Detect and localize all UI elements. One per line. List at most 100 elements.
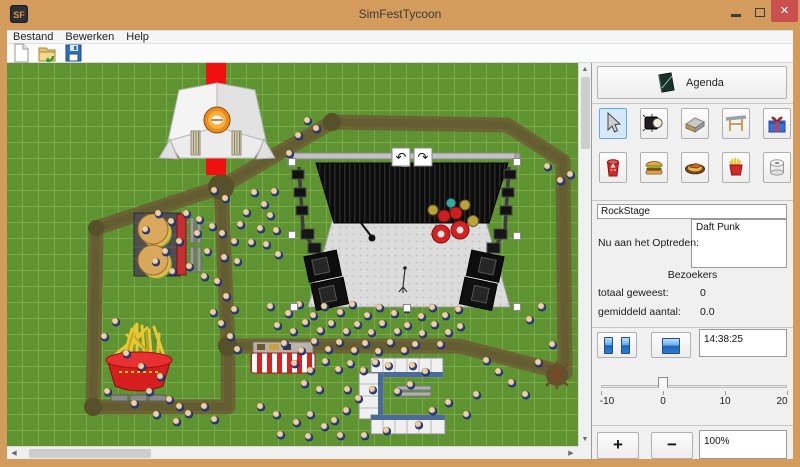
visitor[interactable] [544,163,552,171]
visitor[interactable] [231,238,239,246]
visitor[interactable] [307,411,315,419]
selection-handle[interactable] [514,233,521,240]
visitor[interactable] [166,396,174,404]
visitor[interactable] [155,210,163,218]
visitor[interactable] [372,359,380,367]
visitor[interactable] [237,221,245,229]
tool-snack-plate-icon[interactable] [681,152,709,183]
visitor[interactable] [375,348,383,356]
visitor[interactable] [176,403,184,411]
visitor[interactable] [185,410,193,418]
selection-handle[interactable] [291,304,298,311]
visitor[interactable] [210,309,218,317]
visitor[interactable] [251,189,259,197]
visitor[interactable] [407,381,415,389]
visitor[interactable] [343,328,351,336]
agenda-button[interactable]: Agenda [597,66,787,99]
visitor[interactable] [355,395,363,403]
visitor[interactable] [549,341,557,349]
visitor[interactable] [344,386,352,394]
visitor[interactable] [291,360,299,368]
pause-button[interactable] [597,332,637,358]
visitor[interactable] [157,373,165,381]
visitor[interactable] [418,313,426,321]
stage-name-input[interactable] [597,204,787,219]
tool-gift-icon[interactable] [763,108,791,139]
visitor[interactable] [349,301,357,309]
visitor[interactable] [394,328,402,336]
visitor[interactable] [146,388,154,396]
selection-handle[interactable] [514,159,521,166]
visitor[interactable] [343,407,351,415]
visitor[interactable] [290,328,298,336]
visitor[interactable] [298,347,306,355]
visitor[interactable] [391,310,399,318]
visitor[interactable] [337,432,345,440]
tool-cursor-icon[interactable] [599,108,627,139]
visitor[interactable] [231,306,239,314]
visitor[interactable] [317,327,325,335]
visitor[interactable] [328,320,336,328]
visitor[interactable] [112,318,120,326]
visitor[interactable] [567,171,575,179]
visitor[interactable] [222,195,230,203]
vertical-scrollbar[interactable]: ▲ ▼ [578,63,591,446]
rotate-cw-icon[interactable]: ↷ [414,148,432,166]
visitor[interactable] [293,419,301,427]
visitor[interactable] [211,187,219,195]
visitor[interactable] [243,209,251,217]
visitor[interactable] [248,239,256,247]
visitor[interactable] [325,346,333,354]
visitor[interactable] [401,347,409,355]
visitor[interactable] [302,319,310,327]
open-file-icon[interactable] [37,43,59,63]
scroll-down-icon[interactable]: ▼ [579,434,591,445]
visitor[interactable] [322,358,330,366]
visitor[interactable] [104,388,112,396]
selection-handle[interactable] [514,304,521,311]
now-playing-listbox[interactable]: Daft Punk [691,219,787,268]
visitor[interactable] [538,303,546,311]
visitor[interactable] [263,241,271,249]
festival-map[interactable]: ↶↷ [7,63,578,446]
selection-handle[interactable] [289,159,296,166]
horizontal-scroll-thumb[interactable] [29,449,151,458]
visitor[interactable] [169,268,177,276]
visitor[interactable] [409,362,417,370]
visitor[interactable] [194,230,202,238]
visitor[interactable] [168,218,176,226]
visitor[interactable] [437,341,445,349]
visitor[interactable] [429,407,437,415]
visitor[interactable] [473,391,481,399]
visitor[interactable] [152,258,160,266]
tool-stage-ramp-icon[interactable] [681,108,709,139]
visitor[interactable] [214,278,222,286]
visitor[interactable] [463,411,471,419]
vertical-scroll-thumb[interactable] [581,77,590,149]
visitor[interactable] [101,333,109,341]
visitor[interactable] [273,227,281,235]
selection-handle[interactable] [289,232,296,239]
visitor[interactable] [337,309,345,317]
visitor[interactable] [369,386,377,394]
maximize-icon[interactable] [755,8,765,17]
visitor[interactable] [186,263,194,271]
visitor[interactable] [267,303,275,311]
visitor[interactable] [275,251,283,259]
visitor[interactable] [305,433,313,441]
visitor[interactable] [183,210,191,218]
visitor[interactable] [364,312,372,320]
visitor[interactable] [131,400,139,408]
speed-slider-track[interactable] [601,385,787,388]
scroll-up-icon[interactable]: ▲ [579,64,591,75]
visitor[interactable] [261,201,269,209]
map-viewport[interactable]: ↶↷ ▲ ▼ ◀ ▶ [7,63,591,459]
visitor[interactable] [209,223,217,231]
visitor[interactable] [301,380,309,388]
visitor[interactable] [376,304,384,312]
visitor[interactable] [442,312,450,320]
visitor[interactable] [201,403,209,411]
visitor[interactable] [286,150,294,158]
visitor[interactable] [173,418,181,426]
visitor[interactable] [304,117,312,125]
